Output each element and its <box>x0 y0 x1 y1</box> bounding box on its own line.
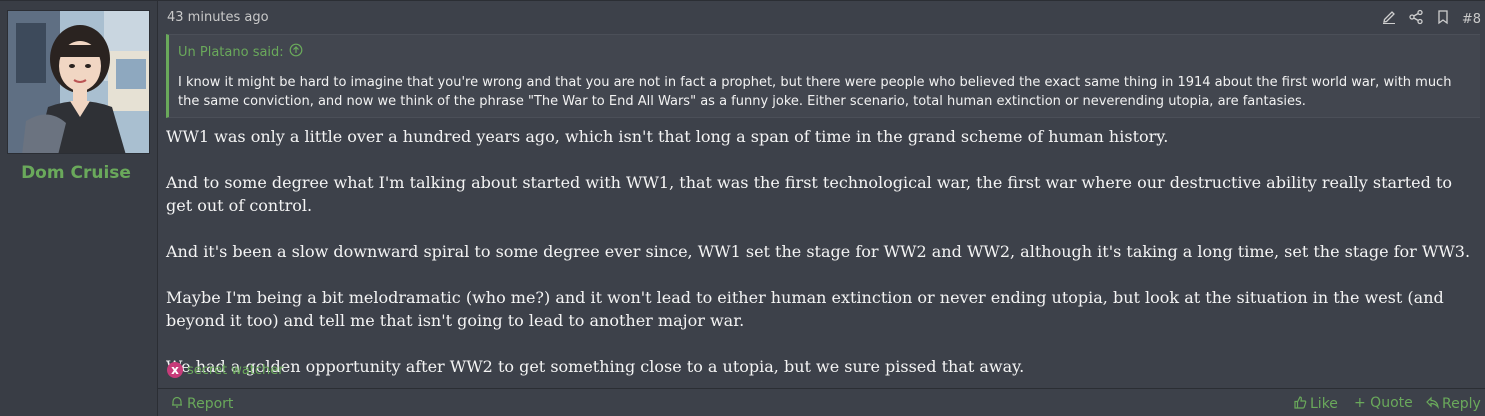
share-icon[interactable] <box>1408 9 1424 29</box>
quote-header[interactable]: Un Platano said: <box>178 43 303 61</box>
reply-icon <box>1425 395 1439 413</box>
like-button[interactable]: Like <box>1293 395 1338 413</box>
like-label: Like <box>1310 396 1338 412</box>
forum-post: Dom Cruise 43 minutes ago #8 Un Platano … <box>0 0 1485 416</box>
post-number-link[interactable]: #8 <box>1462 12 1481 27</box>
edit-icon[interactable] <box>1381 9 1397 29</box>
avatar[interactable] <box>7 10 150 154</box>
quote-text: I know it might be hard to imagine that … <box>178 75 1452 109</box>
post-actions-top: #8 <box>1381 9 1481 29</box>
quote-block: Un Platano said: I know it might be hard… <box>166 34 1480 118</box>
post-paragraph: WW1 was only a little over a hundred yea… <box>166 127 1169 146</box>
post-footer: Report Like + Quote Reply <box>158 388 1485 416</box>
username[interactable]: Dom Cruise <box>0 163 152 183</box>
quote-button[interactable]: + Quote <box>1354 395 1413 411</box>
bell-icon <box>170 395 184 413</box>
post-paragraph: Maybe I'm being a bit melodramatic (who … <box>166 288 1444 330</box>
user-cell: Dom Cruise <box>0 1 158 416</box>
bookmark-icon[interactable] <box>1435 9 1451 29</box>
reaction-bar[interactable]: x secret watcher <box>167 362 284 378</box>
report-label: Report <box>187 396 234 412</box>
reaction-x-icon: x <box>167 362 183 378</box>
quote-author[interactable]: Un Platano said: <box>178 45 284 60</box>
post-main: 43 minutes ago #8 Un Platano said: I kno… <box>158 1 1485 416</box>
post-timestamp[interactable]: 43 minutes ago <box>167 10 269 25</box>
post-paragraph: We had a golden opportunity after WW2 to… <box>166 357 1025 376</box>
reaction-user[interactable]: secret watcher <box>187 363 284 378</box>
arrow-up-circle-icon[interactable] <box>289 43 303 61</box>
post-body: WW1 was only a little over a hundred yea… <box>166 125 1478 401</box>
post-paragraph: And it's been a slow downward spiral to … <box>166 242 1471 261</box>
avatar-illustration <box>8 11 149 153</box>
post-paragraph: And to some degree what I'm talking abou… <box>166 173 1452 215</box>
thumbs-up-icon <box>1293 395 1307 413</box>
reply-label: Reply <box>1442 396 1481 412</box>
report-button[interactable]: Report <box>170 395 233 413</box>
reply-button[interactable]: Reply <box>1425 395 1481 413</box>
quote-label: + Quote <box>1354 395 1413 411</box>
